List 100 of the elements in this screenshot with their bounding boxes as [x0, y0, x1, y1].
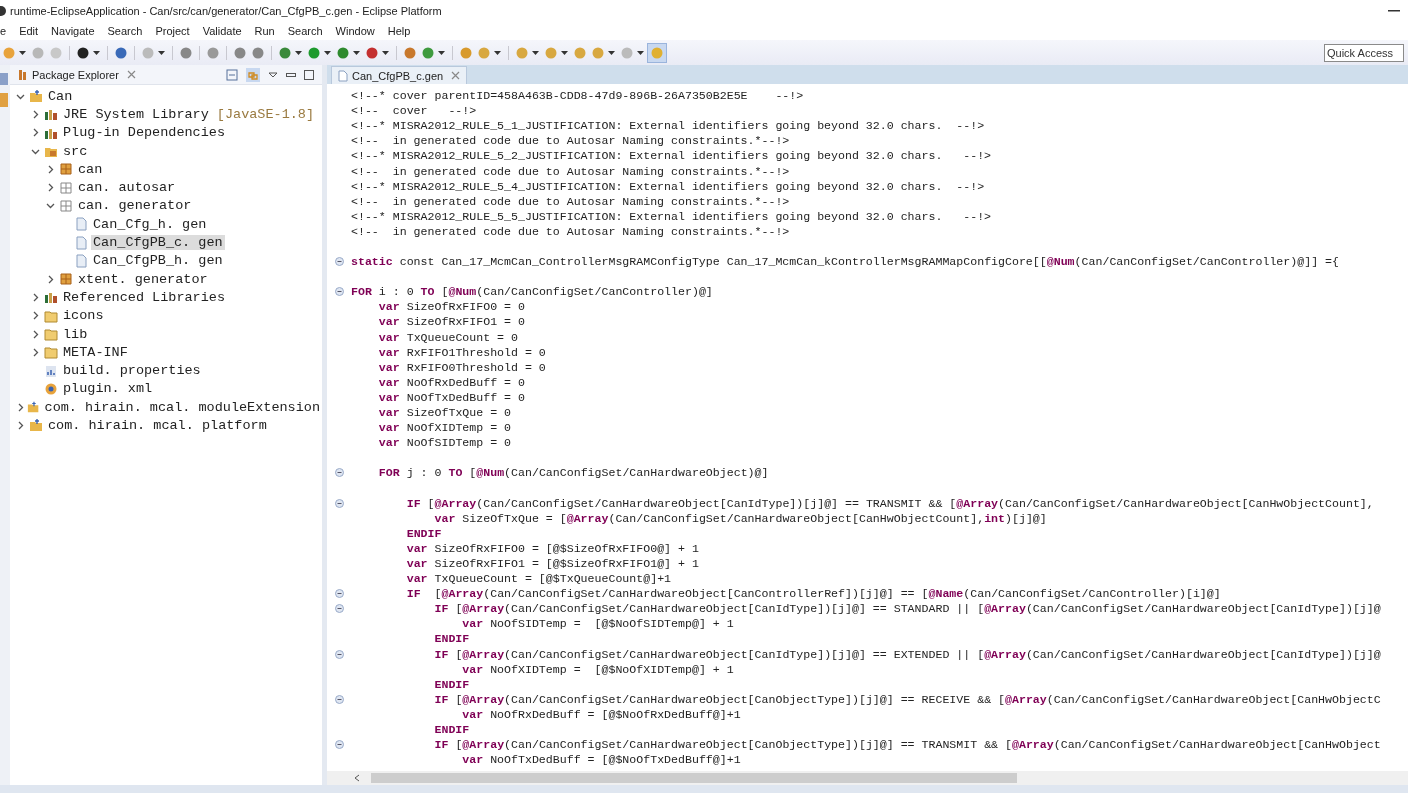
tree-item[interactable]: build. properties — [61, 363, 203, 379]
library-icon — [44, 107, 58, 122]
fold-icon[interactable] — [334, 694, 344, 704]
menu-item[interactable]: Project — [155, 25, 190, 37]
close-icon[interactable] — [126, 70, 136, 79]
project-icon — [29, 418, 43, 433]
collapse-all-icon[interactable] — [226, 68, 238, 81]
code-line: <!-- in generated code due to Autosar Naming constraints.*--!> — [351, 224, 790, 238]
code-line: var RxFIFO1Threshold = 0 — [377, 345, 546, 359]
code-line: var SizeOfTxQue = 0 — [377, 406, 512, 419]
code-line: var TxQueueCount = 0 — [377, 330, 518, 344]
tree-item[interactable]: can — [76, 161, 105, 177]
code-line: var NoOfSIDTemp = 0 — [377, 436, 512, 450]
tree-item[interactable]: src — [61, 143, 90, 159]
scrollbar-thumb[interactable] — [371, 773, 1017, 783]
code-line: var TxQueueCount = [@$TxQueueCount@]+1 — [405, 572, 672, 586]
code-line: <!-- cover --!> — [351, 104, 477, 118]
tree-item[interactable]: com. hirain. mcal. moduleExtension — [42, 399, 322, 415]
menu-item[interactable]: e — [0, 25, 7, 37]
code-line: var SizeOfRxFIFO0 = [@$SizeOfRxFIFO0@] + 1 — [405, 541, 699, 555]
minimize-icon[interactable] — [286, 72, 296, 77]
tree-item[interactable]: META-INF — [61, 344, 130, 360]
caret-icon[interactable] — [19, 50, 26, 55]
tree-item[interactable]: plugin. xml — [61, 381, 155, 397]
tree-item[interactable]: JRE System Library — [61, 106, 211, 122]
minimize-icon[interactable] — [1388, 9, 1400, 13]
code-line: var NoOfXIDTemp = 0 — [377, 421, 512, 435]
fold-icon[interactable] — [334, 287, 344, 297]
package-empty-icon — [59, 198, 73, 213]
chevron-icon[interactable] — [31, 128, 40, 138]
chevron-icon[interactable] — [31, 347, 40, 357]
maximize-icon[interactable] — [304, 69, 314, 80]
chevron-icon[interactable] — [16, 402, 25, 412]
chevron-icon[interactable] — [46, 164, 55, 174]
tree-item[interactable]: com. hirain. mcal. platform — [46, 418, 269, 433]
menu-item[interactable]: Help — [387, 25, 411, 37]
code-line: <!--* MISRA2012_RULE_5_4_JUSTIFICATION: External identifiers going beyond 32.0 chars. --!> — [351, 179, 985, 193]
code-line: <!-- in generated code due to Autosar Naming constraints.*--!> — [351, 194, 790, 208]
caret-icon[interactable] — [494, 50, 501, 55]
fold-icon[interactable] — [334, 468, 344, 478]
quick-access-field[interactable]: Quick Access — [1324, 43, 1404, 62]
chevron-icon[interactable] — [46, 274, 55, 284]
fold-icon[interactable] — [334, 649, 344, 659]
menu-item[interactable]: Validate — [202, 25, 242, 37]
tree-item[interactable]: lib — [61, 326, 90, 342]
chevron-icon[interactable] — [31, 311, 40, 321]
project-icon — [27, 400, 40, 415]
scroll-left-icon[interactable] — [353, 774, 361, 782]
fold-icon[interactable] — [334, 740, 344, 750]
code-line: <!--* MISRA2012_RULE_5_5_JUSTIFICATION: External identifiers going beyond 32.0 chars. --!> — [351, 209, 992, 223]
caret-icon[interactable] — [295, 50, 302, 55]
caret-icon[interactable] — [158, 50, 165, 55]
menu-item[interactable]: Window — [335, 25, 375, 37]
tree-item[interactable]: Referenced Libraries — [61, 289, 228, 305]
code-line: FOR i : 0 TO [@Num(Can/CanConfigSet/CanController)@] — [351, 285, 713, 299]
tree-item[interactable]: icons — [61, 308, 106, 324]
tree-item[interactable]: can. generator — [76, 198, 194, 214]
caret-icon[interactable] — [382, 50, 389, 55]
chevron-icon[interactable] — [31, 329, 40, 339]
code-line: <!-- in generated code due to Autosar Naming constraints.*--!> — [351, 164, 790, 178]
caret-icon[interactable] — [561, 50, 568, 55]
caret-icon[interactable] — [637, 50, 644, 55]
code-line: IF [@Array(Can/CanConfigSet/CanHardwareObject[CanControllerRef])[j]@] == [@Name(Can/CanConfigSet/CanController)[i]@] — [405, 587, 1221, 601]
caret-icon[interactable] — [438, 50, 445, 55]
editor-tab[interactable]: Can_CfgPB_c.gen — [331, 66, 468, 84]
tree-item[interactable]: xtent. generator — [76, 271, 210, 287]
caret-icon[interactable] — [324, 50, 331, 55]
file-icon — [74, 235, 88, 250]
menu-item[interactable]: Search — [287, 25, 323, 37]
code-line: var SizeOfRxFIFO1 = 0 — [377, 315, 525, 329]
tree-item[interactable]: Can_CfgPB_h. gen — [91, 253, 225, 269]
chevron-icon[interactable] — [46, 201, 55, 211]
tree-item[interactable]: Can_Cfg_h. gen — [91, 216, 209, 232]
chevron-icon[interactable] — [31, 292, 40, 302]
caret-icon[interactable] — [93, 50, 100, 55]
code-line: ENDIF — [433, 632, 470, 646]
code-line: static const Can_17_McmCan_ControllerMsgRAMConfigType Can_17_McmCan_kControllerMsgRAMMapConfigCore[[@Num(Can/CanConfigSet/CanController)@]] ={ — [351, 255, 1339, 269]
caret-icon[interactable] — [532, 50, 539, 55]
menu-item[interactable]: Run — [254, 25, 275, 37]
fold-icon[interactable] — [334, 604, 344, 614]
caret-icon[interactable] — [608, 50, 615, 55]
tree-item[interactable]: can. autosar — [76, 180, 178, 196]
package-empty-icon — [59, 180, 73, 195]
chevron-icon[interactable] — [31, 109, 40, 119]
chevron-icon[interactable] — [46, 183, 55, 193]
menu-item[interactable]: Edit — [19, 25, 39, 37]
fold-icon[interactable] — [334, 257, 344, 267]
fold-icon[interactable] — [334, 498, 344, 508]
tree-item[interactable]: Plug-in Dependencies — [61, 125, 228, 141]
fold-icon[interactable] — [334, 589, 344, 599]
close-icon[interactable] — [451, 71, 461, 80]
menu-item[interactable]: Navigate — [51, 25, 95, 37]
view-menu-icon[interactable] — [268, 71, 278, 78]
tree-item[interactable]: Can_CfgPB_c. gen — [91, 235, 225, 250]
chevron-icon[interactable] — [16, 421, 25, 430]
menu-item[interactable]: Search — [107, 25, 143, 37]
tree-item[interactable]: Can — [46, 88, 75, 104]
window-title: runtime-EclipseApplication - Can/src/can/generator/Can_CfgPB_c.gen - Eclipse Platform — [10, 5, 442, 17]
xml-icon — [44, 381, 58, 396]
caret-icon[interactable] — [353, 50, 360, 55]
